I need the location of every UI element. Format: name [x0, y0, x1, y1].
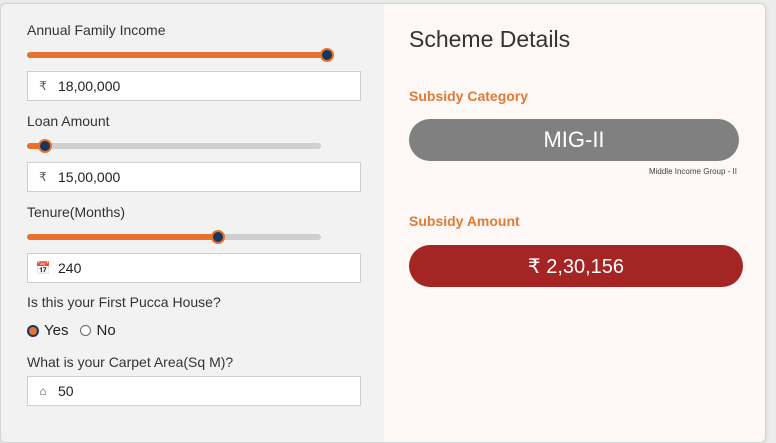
home-icon: ⌂	[39, 384, 47, 398]
scheme-title: Scheme Details	[409, 26, 571, 52]
tenure-slider[interactable]	[27, 230, 321, 244]
radio-no-indicator[interactable]	[80, 325, 92, 336]
income-slider-fill	[27, 52, 327, 58]
tenure-input[interactable]	[58, 260, 348, 276]
tenure-field[interactable]: 📅	[27, 253, 361, 283]
radio-no[interactable]: No	[80, 322, 116, 339]
carpet-input[interactable]	[58, 383, 348, 399]
input-panel: Annual Family Income ₹ Loan Amount ₹ Ten…	[1, 4, 384, 442]
loan-field[interactable]: ₹	[27, 162, 361, 192]
income-label: Annual Family Income	[27, 22, 166, 38]
income-slider-handle[interactable]	[320, 48, 334, 62]
tenure-label: Tenure(Months)	[27, 204, 126, 220]
carpet-field[interactable]: ⌂	[27, 376, 361, 406]
tenure-slider-handle[interactable]	[211, 230, 226, 244]
loan-slider-handle[interactable]	[37, 139, 52, 153]
radio-no-label: No	[96, 322, 116, 339]
loan-slider[interactable]	[27, 139, 321, 153]
radio-yes-label: Yes	[44, 322, 69, 339]
radio-yes-indicator[interactable]	[27, 324, 39, 337]
results-panel: Scheme Details Subsidy Category MIG-II M…	[384, 4, 765, 442]
loan-label: Loan Amount	[27, 113, 110, 129]
radio-yes[interactable]: Yes	[27, 322, 68, 339]
calendar-icon: 📅	[35, 261, 51, 275]
subsidy-amount-value: ₹ 2,30,156	[409, 245, 743, 287]
income-input[interactable]	[58, 78, 348, 94]
carpet-label: What is your Carpet Area(Sq M)?	[27, 354, 234, 370]
subsidy-category-badge: MIG-II	[409, 119, 739, 161]
subsidy-category-description: Middle Income Group - II	[648, 167, 737, 176]
rupee-icon: ₹	[39, 79, 47, 93]
emi-subsidy-calculator-card: Annual Family Income ₹ Loan Amount ₹ Ten…	[0, 3, 766, 443]
first-house-label: Is this your First Pucca House?	[27, 294, 221, 310]
first-house-radio-group: Yes No	[27, 322, 128, 339]
income-field[interactable]: ₹	[27, 71, 361, 101]
subsidy-category-label: Subsidy Category	[409, 88, 529, 104]
income-slider[interactable]	[27, 48, 334, 62]
rupee-icon: ₹	[39, 170, 47, 184]
subsidy-amount-label: Subsidy Amount	[409, 213, 520, 229]
tenure-slider-fill	[27, 234, 219, 240]
loan-input[interactable]	[58, 169, 348, 185]
